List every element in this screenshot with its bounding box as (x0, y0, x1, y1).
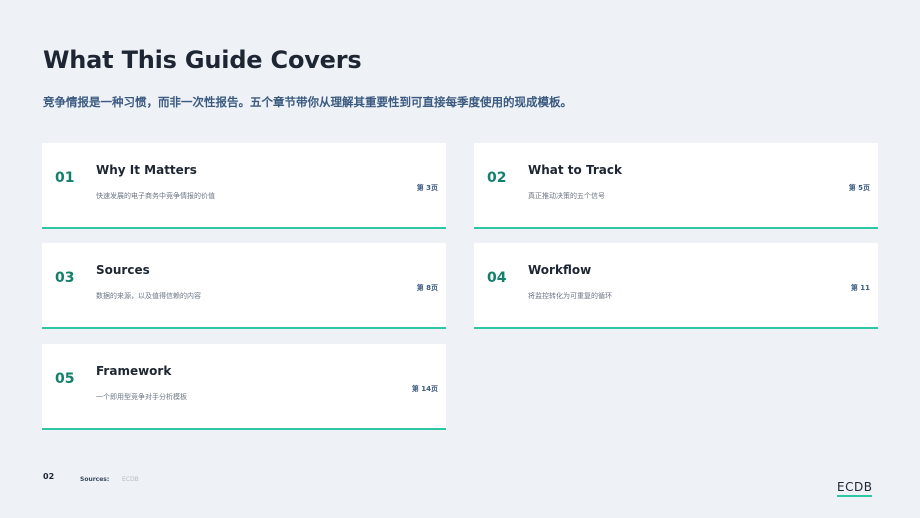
ecdb-logo: ECDB (837, 480, 873, 497)
chapter-number: 05 (55, 371, 75, 387)
chapter-description: 快速发展的电子商务中竞争情报的价值 (96, 192, 215, 200)
chapter-number: 01 (55, 170, 75, 186)
chapter-number: 03 (55, 270, 75, 286)
chapter-page: 第 5页 (848, 184, 870, 192)
chapter-description: 真正推动决策的五个信号 (528, 192, 605, 200)
footer-sources-label: Sources: (80, 476, 110, 483)
chapter-card-04[interactable]: 04 Workflow 将监控转化为可重复的循环 第 11 (474, 243, 878, 329)
chapter-number: 04 (487, 270, 507, 286)
chapter-page: 第 3页 (416, 184, 438, 192)
chapter-card-03[interactable]: 03 Sources 数据的来源，以及值得信赖的内容 第 8页 (42, 243, 446, 329)
chapter-title: Framework (96, 364, 172, 378)
chapter-description: 将监控转化为可重复的循环 (528, 292, 612, 300)
chapter-title: Sources (96, 263, 150, 277)
chapter-number: 02 (487, 170, 507, 186)
chapter-page: 第 8页 (416, 284, 438, 292)
chapter-card-05[interactable]: 05 Framework 一个即用型竞争对手分析模板 第 14页 (42, 344, 446, 430)
chapter-description: 一个即用型竞争对手分析模板 (96, 393, 187, 401)
chapter-title: What to Track (528, 163, 622, 177)
footer-page-number: 02 (43, 472, 55, 481)
chapter-card-01[interactable]: 01 Why It Matters 快速发展的电子商务中竞争情报的价值 第 3页 (42, 143, 446, 229)
chapter-title: Workflow (528, 263, 592, 277)
page-subtitle: 竞争情报是一种习惯，而非一次性报告。五个章节带你从理解其重要性到可直接每季度使用… (43, 95, 572, 109)
chapter-description: 数据的来源，以及值得信赖的内容 (96, 292, 201, 300)
footer-sources-value: ECDB (122, 476, 139, 483)
chapter-page: 第 14页 (411, 385, 438, 393)
page-title: What This Guide Covers (43, 46, 362, 74)
chapter-card-02[interactable]: 02 What to Track 真正推动决策的五个信号 第 5页 (474, 143, 878, 229)
chapter-title: Why It Matters (96, 163, 197, 177)
chapter-page: 第 11 (850, 284, 870, 292)
